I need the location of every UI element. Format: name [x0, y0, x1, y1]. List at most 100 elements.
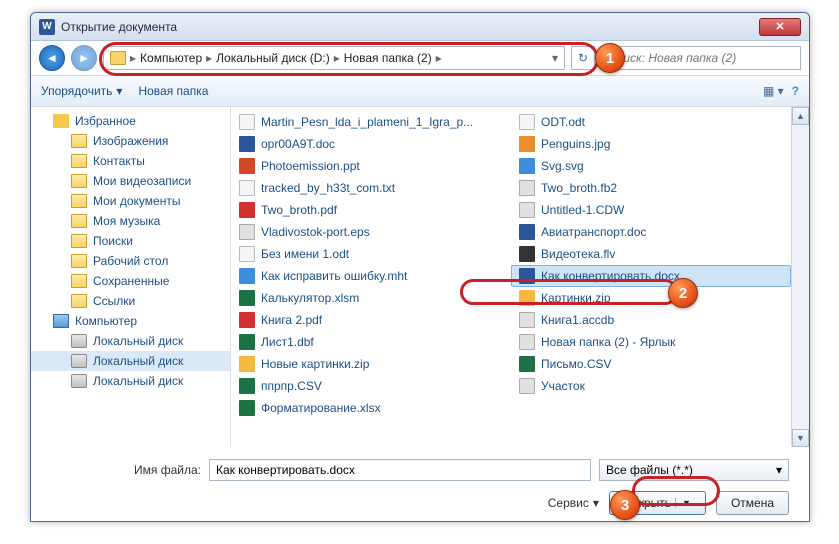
sidebar-item-label: Компьютер: [75, 314, 137, 328]
file-item[interactable]: Лист1.dbf: [231, 331, 511, 353]
file-item[interactable]: Картинки.zip: [511, 287, 791, 309]
sidebar-item[interactable]: Рабочий стол: [31, 251, 230, 271]
forward-button[interactable]: ►: [71, 45, 97, 71]
sidebar-item[interactable]: Локальный диск: [31, 351, 230, 371]
scrollbar[interactable]: ▲ ▼: [791, 107, 809, 447]
file-item[interactable]: Видеотека.flv: [511, 243, 791, 265]
folder-icon: [110, 51, 126, 65]
file-type-icon: [239, 334, 255, 350]
file-item[interactable]: tracked_by_h33t_com.txt: [231, 177, 511, 199]
sidebar-item-label: Моя музыка: [93, 214, 160, 228]
sidebar-item[interactable]: Контакты: [31, 151, 230, 171]
breadcrumb-item[interactable]: Компьютер: [140, 51, 202, 65]
sidebar-item[interactable]: Мои видеозаписи: [31, 171, 230, 191]
file-type-icon: [519, 180, 535, 196]
file-item[interactable]: opr00A9T.doc: [231, 133, 511, 155]
file-item[interactable]: ODT.odt: [511, 111, 791, 133]
sidebar-item[interactable]: Сохраненные: [31, 271, 230, 291]
file-type-icon: [239, 290, 255, 306]
file-item[interactable]: Форматирование.xlsx: [231, 397, 511, 419]
file-item[interactable]: Vladivostok-port.eps: [231, 221, 511, 243]
sidebar-item[interactable]: Поиски: [31, 231, 230, 251]
file-name: Книга1.accdb: [541, 313, 614, 327]
filetype-select[interactable]: Все файлы (*.*) ▾: [599, 459, 789, 481]
scroll-up-icon[interactable]: ▲: [792, 107, 809, 125]
file-type-icon: [519, 378, 535, 394]
breadcrumb[interactable]: ▸ Компьютер ▸ Локальный диск (D:) ▸ Нова…: [103, 46, 565, 70]
file-item[interactable]: Авиатранспорт.doc: [511, 221, 791, 243]
file-name: Svg.svg: [541, 159, 584, 173]
back-button[interactable]: ◄: [39, 45, 65, 71]
file-name: Martin_Pesn_lda_i_plameni_1_Igra_p...: [261, 115, 473, 129]
file-item[interactable]: Martin_Pesn_lda_i_plameni_1_Igra_p...: [231, 111, 511, 133]
folder-icon: [71, 234, 87, 248]
filename-input[interactable]: [209, 459, 591, 481]
file-item[interactable]: Как исправить ошибку.mht: [231, 265, 511, 287]
organize-label: Упорядочить: [41, 84, 112, 98]
file-column: ODT.odt Penguins.jpg Svg.svg Two_broth.fb2 U…: [511, 107, 791, 447]
search-input[interactable]: [601, 46, 801, 70]
scroll-track[interactable]: [792, 125, 809, 429]
file-item[interactable]: Как конвертировать.docx: [511, 265, 791, 287]
tools-label: Сервис: [548, 496, 589, 510]
breadcrumb-item[interactable]: Новая папка (2): [344, 51, 432, 65]
refresh-button[interactable]: ↻: [571, 46, 595, 70]
file-type-icon: [519, 312, 535, 328]
chevron-right-icon: ▸: [436, 51, 442, 65]
file-item[interactable]: Письмо.CSV: [511, 353, 791, 375]
organize-menu[interactable]: Упорядочить ▾: [41, 84, 122, 98]
sidebar-item[interactable]: Локальный диск: [31, 371, 230, 391]
folder-icon: [71, 294, 87, 308]
help-icon[interactable]: ?: [792, 84, 799, 98]
sidebar-item-label: Рабочий стол: [93, 254, 168, 268]
star-icon: [53, 114, 69, 128]
file-item[interactable]: Новые картинки.zip: [231, 353, 511, 375]
file-name: Как конвертировать.docx: [541, 269, 680, 283]
file-item[interactable]: Участок: [511, 375, 791, 397]
file-item[interactable]: Photoemission.ppt: [231, 155, 511, 177]
file-item[interactable]: Svg.svg: [511, 155, 791, 177]
file-item[interactable]: Two_broth.pdf: [231, 199, 511, 221]
file-type-icon: [239, 114, 255, 130]
close-button[interactable]: ✕: [759, 18, 801, 36]
chevron-right-icon: ▸: [206, 51, 212, 65]
breadcrumb-item[interactable]: Локальный диск (D:): [216, 51, 330, 65]
file-item[interactable]: ппрпр.CSV: [231, 375, 511, 397]
file-name: Калькулятор.xlsm: [261, 291, 359, 305]
file-name: Penguins.jpg: [541, 137, 610, 151]
tools-menu[interactable]: Сервис ▾: [548, 496, 599, 510]
cancel-button[interactable]: Отмена: [716, 491, 789, 515]
file-item[interactable]: Книга1.accdb: [511, 309, 791, 331]
dialog-footer: Имя файла: Все файлы (*.*) ▾ Сервис ▾ От…: [31, 447, 809, 527]
file-type-icon: [239, 312, 255, 328]
file-name: opr00A9T.doc: [261, 137, 335, 151]
drive-icon: [71, 334, 87, 348]
chevron-right-icon: ▸: [334, 51, 340, 65]
sidebar-item[interactable]: Компьютер: [31, 311, 230, 331]
new-folder-button[interactable]: Новая папка: [138, 84, 208, 98]
file-item[interactable]: Untitled-1.CDW: [511, 199, 791, 221]
file-type-icon: [519, 334, 535, 350]
file-name: tracked_by_h33t_com.txt: [261, 181, 395, 195]
sidebar-item[interactable]: Ссылки: [31, 291, 230, 311]
folder-icon: [71, 274, 87, 288]
sidebar-item[interactable]: Изображения: [31, 131, 230, 151]
file-item[interactable]: Penguins.jpg: [511, 133, 791, 155]
sidebar-item[interactable]: Мои документы: [31, 191, 230, 211]
file-item[interactable]: Калькулятор.xlsm: [231, 287, 511, 309]
sidebar-item[interactable]: Избранное: [31, 111, 230, 131]
file-item[interactable]: Новая папка (2) - Ярлык: [511, 331, 791, 353]
file-item[interactable]: Книга 2.pdf: [231, 309, 511, 331]
file-item[interactable]: Two_broth.fb2: [511, 177, 791, 199]
sidebar-item[interactable]: Моя музыка: [31, 211, 230, 231]
file-name: Two_broth.fb2: [541, 181, 617, 195]
file-name: Без имени 1.odt: [261, 247, 349, 261]
sidebar-item-label: Сохраненные: [93, 274, 169, 288]
view-menu-icon[interactable]: ▦ ▾: [763, 84, 784, 98]
sidebar-item[interactable]: Локальный диск: [31, 331, 230, 351]
scroll-down-icon[interactable]: ▼: [792, 429, 809, 447]
file-item[interactable]: Без имени 1.odt: [231, 243, 511, 265]
open-button[interactable]: Открыть ▼: [609, 491, 706, 515]
chevron-down-icon[interactable]: ▾: [552, 51, 558, 65]
file-name: Vladivostok-port.eps: [261, 225, 370, 239]
